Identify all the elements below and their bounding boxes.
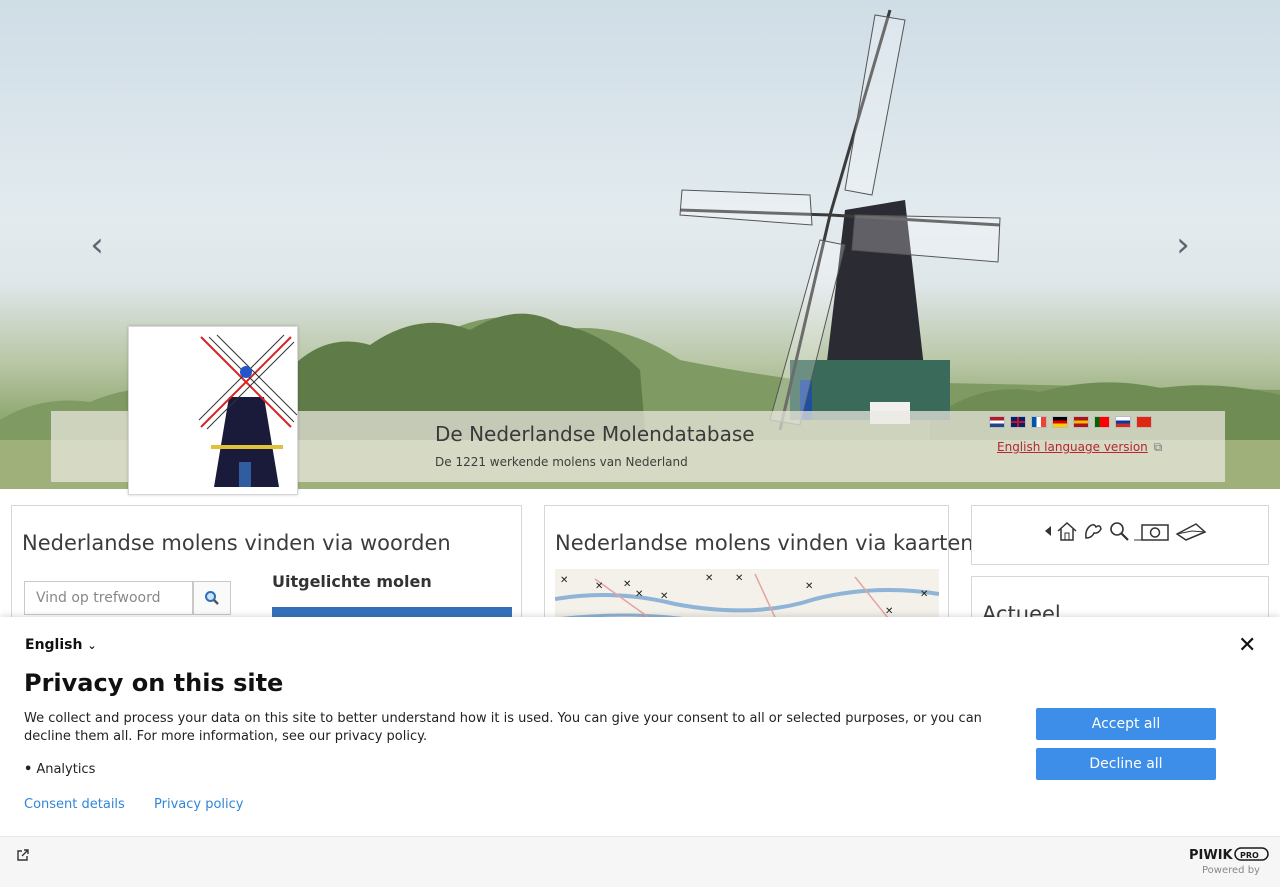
carousel-next-button[interactable]: › (1168, 228, 1198, 262)
flag-pt-icon[interactable] (1094, 416, 1110, 428)
search-icon[interactable] (1108, 520, 1130, 542)
language-selector-label: English (25, 637, 83, 653)
privacy-policy-link[interactable]: Privacy policy (154, 797, 243, 812)
external-link-icon: ⧉ (1153, 440, 1163, 454)
maps-panel-heading: Nederlandse molens vinden via kaarten (555, 531, 974, 555)
bullet-icon: • (24, 762, 33, 777)
carousel-prev-button[interactable]: ‹ (82, 228, 112, 262)
search-button[interactable] (193, 581, 231, 615)
piwik-logo-text: PIWIK (1189, 848, 1234, 862)
accept-all-button[interactable]: Accept all (1036, 708, 1216, 740)
privacy-consent-banner: English ⌄ ✕ Privacy on this site We coll… (0, 617, 1280, 887)
keyword-search-input[interactable]: Vind op trefwoord (24, 581, 193, 615)
piwik-pro-badge-text: PRO (1240, 851, 1259, 860)
flag-ru-icon[interactable] (1115, 416, 1131, 428)
svg-text:✕: ✕ (805, 581, 813, 592)
svg-text:✕: ✕ (885, 606, 893, 617)
svg-text:✕: ✕ (560, 575, 568, 586)
site-logo[interactable] (128, 326, 298, 495)
language-flags (989, 416, 1152, 428)
purpose-label: Analytics (36, 762, 96, 777)
consent-details-link[interactable]: Consent details (24, 797, 125, 812)
svg-text:✕: ✕ (735, 573, 743, 584)
windmill-logo-icon (198, 334, 298, 487)
back-arrow-icon[interactable] (1044, 525, 1052, 537)
privacy-description: We collect and process your data on this… (24, 711, 982, 744)
privacy-title: Privacy on this site (24, 669, 284, 697)
consent-footer: PIWIK PRO Powered by (0, 837, 1280, 887)
mail-icon[interactable] (1174, 520, 1208, 542)
purpose-item: • Analytics (24, 762, 95, 777)
close-banner-button[interactable]: ✕ (1238, 633, 1256, 658)
magnifier-icon (205, 591, 219, 605)
svg-text:✕: ✕ (920, 589, 928, 600)
site-title: De Nederlandse Molendatabase (435, 422, 755, 446)
english-language-link[interactable]: English language version ⧉ (997, 440, 1162, 455)
decline-all-button[interactable]: Decline all (1036, 748, 1216, 780)
flag-cn-icon[interactable] (1136, 416, 1152, 428)
flag-uk-icon[interactable] (1010, 416, 1026, 428)
svg-text:✕: ✕ (623, 579, 631, 590)
english-language-link-label: English language version (997, 440, 1148, 454)
camera-icon[interactable] (1134, 520, 1170, 542)
flag-fr-icon[interactable] (1031, 416, 1047, 428)
home-icon[interactable] (1056, 520, 1078, 542)
featured-mill-heading: Uitgelichte molen (272, 572, 432, 591)
external-link-icon[interactable] (16, 848, 30, 862)
words-panel-heading: Nederlandse molens vinden via woorden (22, 531, 451, 555)
flag-nl-icon[interactable] (989, 416, 1005, 428)
svg-text:✕: ✕ (660, 591, 668, 602)
language-selector[interactable]: English ⌄ (25, 637, 97, 653)
chevron-down-icon: ⌄ (87, 639, 97, 652)
svg-text:✕: ✕ (595, 581, 603, 592)
powered-by-label: Powered by (1202, 865, 1260, 876)
svg-text:✕: ✕ (635, 589, 643, 600)
svg-text:✕: ✕ (705, 573, 713, 584)
map-icon[interactable] (1082, 520, 1104, 542)
flag-es-icon[interactable] (1073, 416, 1089, 428)
navigation-icons-panel (971, 505, 1269, 565)
site-subtitle: De 1221 werkende molens van Nederland (435, 455, 688, 469)
flag-de-icon[interactable] (1052, 416, 1068, 428)
piwik-pro-logo[interactable]: PIWIK PRO (1189, 846, 1269, 866)
